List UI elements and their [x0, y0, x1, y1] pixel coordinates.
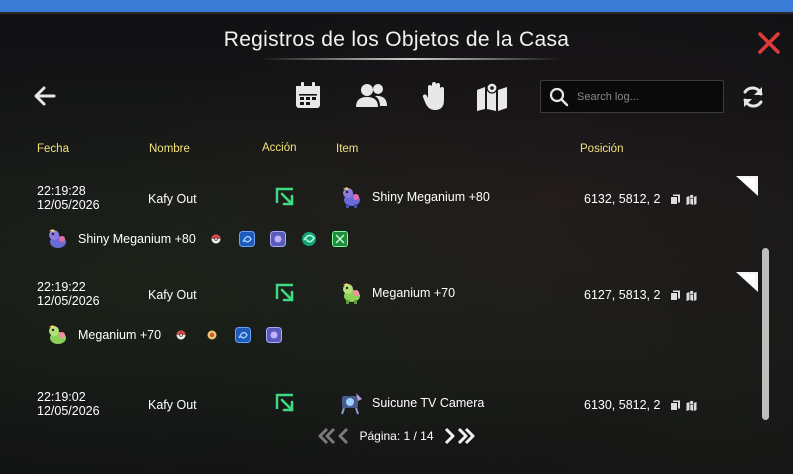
map-locate-icon[interactable]	[686, 289, 697, 301]
pokeball-icon	[176, 330, 186, 340]
top-edge-bar	[0, 0, 793, 14]
purple-rune-icon	[266, 327, 283, 343]
header-nombre: Nombre	[149, 143, 190, 155]
item-name: Shiny Meganium +80	[372, 190, 490, 204]
row-detail: Shiny Meganium +80	[44, 226, 363, 252]
expand-corner-icon[interactable]	[736, 174, 758, 196]
map-locate-icon[interactable]	[686, 193, 697, 205]
search-input[interactable]	[569, 90, 723, 103]
green-swirl-icon	[301, 232, 316, 246]
purple-rune-icon	[269, 231, 286, 247]
header-fecha: Fecha	[37, 143, 69, 155]
camera-sprite-icon	[341, 393, 362, 415]
row-item: Suicune TV Camera	[338, 390, 484, 416]
hand-icon[interactable]	[418, 78, 454, 114]
map-locate-icon[interactable]	[686, 399, 697, 411]
refresh-icon[interactable]	[740, 84, 766, 110]
row-position: 6132, 5812, 2	[584, 192, 697, 206]
item-name: Suicune TV Camera	[372, 396, 485, 410]
back-arrow-icon[interactable]	[32, 84, 58, 108]
calendar-icon[interactable]	[290, 78, 326, 114]
header-item: Item	[336, 143, 359, 155]
row-position: 6130, 5812, 2	[584, 398, 697, 412]
orange-ball-icon	[207, 330, 217, 340]
table-row[interactable]: 22:19:22 12/05/2026 Kafy Out Meganium +7…	[0, 270, 760, 366]
pagination: Página: 1 / 14	[0, 424, 793, 448]
first-page-icon[interactable]	[317, 427, 337, 445]
item-name: Meganium +70	[372, 286, 456, 300]
green-box-icon	[331, 231, 348, 247]
prev-page-icon[interactable]	[337, 427, 351, 445]
scrollbar-thumb[interactable]	[762, 248, 769, 420]
map-icon[interactable]	[474, 78, 510, 114]
house-log-window: Registros de los Objetos de la Casa Fech…	[0, 14, 793, 474]
row-timestamp: 22:19:28 12/05/2026	[37, 184, 100, 212]
scrollbar[interactable]	[761, 186, 770, 426]
copy-icon[interactable]	[670, 290, 681, 301]
row-player-name: Kafy Out	[148, 288, 197, 302]
row-timestamp: 22:19:02 12/05/2026	[37, 390, 100, 418]
pokeball-icon	[211, 234, 221, 244]
page-indicator: Página: 1 / 14	[359, 429, 434, 443]
last-page-icon[interactable]	[456, 427, 476, 445]
action-move-arrow-icon	[274, 282, 296, 304]
header-accion: Acción	[262, 142, 297, 154]
row-player-name: Kafy Out	[148, 192, 197, 206]
close-icon[interactable]	[756, 30, 782, 56]
search-box	[540, 80, 724, 113]
row-timestamp: 22:19:22 12/05/2026	[37, 280, 100, 308]
header-posicion: Posición	[580, 143, 624, 155]
title-underline	[260, 58, 560, 60]
search-icon	[549, 87, 569, 106]
blue-rune-icon	[235, 327, 252, 343]
table-row[interactable]: 22:19:28 12/05/2026 Kafy Out Shiny Megan…	[0, 174, 760, 270]
detail-name: Shiny Meganium +80	[78, 232, 196, 246]
row-detail: Meganium +70	[44, 322, 297, 348]
action-move-arrow-icon	[274, 186, 296, 208]
row-position: 6127, 5813, 2	[584, 288, 697, 302]
pokemon-sprite-icon	[343, 187, 360, 208]
copy-icon[interactable]	[670, 194, 681, 205]
pokemon-sprite-icon	[49, 325, 66, 344]
window-title: Registros de los Objetos de la Casa	[223, 28, 570, 51]
row-item: Shiny Meganium +80	[338, 184, 490, 210]
row-player-name: Kafy Out	[148, 398, 197, 412]
blue-rune-icon	[238, 231, 255, 247]
row-item: Meganium +70	[338, 280, 455, 306]
next-page-icon[interactable]	[442, 427, 456, 445]
action-move-arrow-icon	[274, 392, 296, 414]
users-icon[interactable]	[353, 78, 389, 114]
pokemon-sprite-icon	[343, 283, 360, 304]
pokemon-sprite-icon	[49, 229, 66, 248]
log-list: 22:19:28 12/05/2026 Kafy Out Shiny Megan…	[0, 174, 760, 424]
expand-corner-icon[interactable]	[736, 270, 758, 292]
table-row[interactable]: 22:19:02 12/05/2026 Kafy Out Suicune TV …	[0, 366, 760, 424]
detail-name: Meganium +70	[78, 328, 162, 342]
copy-icon[interactable]	[670, 400, 681, 411]
